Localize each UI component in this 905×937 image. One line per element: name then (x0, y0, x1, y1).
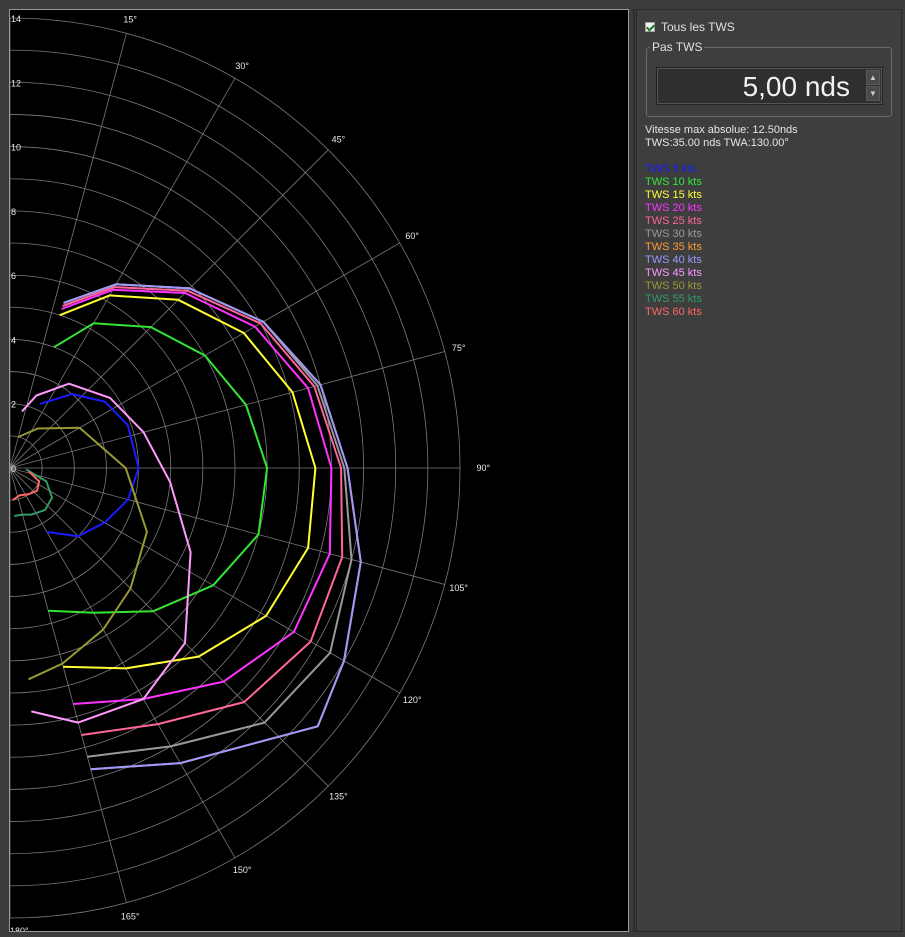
radial-tick-label: 10 (11, 143, 21, 153)
series-curve (63, 283, 362, 771)
grid-spoke (10, 149, 329, 469)
legend-item: TWS 55 kts (645, 293, 702, 305)
grid-spoke (10, 467, 127, 903)
tws-step-spinbox[interactable]: 5,00 nds ▲ ▼ (656, 67, 883, 105)
radial-tick-label: 12 (11, 78, 21, 88)
polar-series (12, 283, 362, 771)
max-point-text: TWS:35.00 nds TWA:130.00° (645, 137, 789, 149)
legend-item: TWS 10 kts (645, 176, 702, 188)
all-tws-toggle[interactable]: Tous les TWS (645, 20, 735, 34)
tws-step-value[interactable]: 5,00 nds (743, 70, 850, 104)
radial-tick-label: 8 (11, 207, 16, 217)
series-curve (17, 426, 148, 681)
tws-step-title: Pas TWS (650, 40, 705, 54)
angle-tick-label: 165° (121, 912, 140, 922)
angle-tick-label: 135° (329, 791, 348, 801)
radial-tick-label: 6 (11, 271, 16, 281)
legend-item: TWS 45 kts (645, 267, 702, 279)
radial-tick-label: 2 (11, 400, 16, 410)
polar-labels: 14 12 10 8 6 4 2 0 15° 30° 45° 60° 75° 90° 105° 120° 135… (10, 14, 490, 932)
legend-item: TWS 15 kts (645, 189, 702, 201)
angle-tick-label: 15° (123, 14, 137, 24)
step-down-icon[interactable]: ▼ (866, 86, 880, 101)
radial-tick-label: 4 (11, 335, 16, 345)
all-tws-checkbox[interactable] (645, 22, 655, 32)
legend-item: TWS 60 kts (645, 306, 702, 318)
tws-step-group: Pas TWS 5,00 nds ▲ ▼ (646, 40, 892, 117)
step-up-icon[interactable]: ▲ (866, 70, 880, 85)
angle-tick-label: 30° (235, 61, 249, 71)
legend-item: TWS 40 kts (645, 254, 702, 266)
grid-spoke (10, 467, 445, 585)
angle-tick-label: 105° (449, 583, 468, 593)
polar-diagram: 14 12 10 8 6 4 2 0 15° 30° 45° 60° 75° 90° 105° 120° 135… (10, 14, 490, 932)
legend-item: TWS 30 kts (645, 228, 702, 240)
panel-splitter[interactable] (633, 9, 635, 932)
legend-item: TWS 25 kts (645, 215, 702, 227)
angle-tick-label: 75° (452, 343, 466, 353)
polar-grid (10, 17, 461, 919)
all-tws-label: Tous les TWS (661, 20, 735, 34)
angle-tick-label: 180° (10, 926, 29, 932)
max-speed-info: Vitesse max absolue: 12.50nds TWS:35.00 … (645, 124, 798, 150)
angle-tick-label: 90° (476, 463, 490, 473)
legend-item: TWS 50 kts (645, 280, 702, 292)
grid-spoke (10, 467, 329, 787)
grid-spoke (10, 467, 236, 858)
settings-panel: Tous les TWS Pas TWS 5,00 nds ▲ ▼ Vitess… (636, 9, 902, 932)
legend-item: TWS 35 kts (645, 241, 702, 253)
polar-plot-area: 14 12 10 8 6 4 2 0 15° 30° 45° 60° 75° 90° 105° 120° 135… (9, 9, 629, 932)
angle-tick-label: 120° (403, 695, 422, 705)
grid-spoke (10, 33, 127, 469)
max-speed-text: Vitesse max absolue: 12.50nds (645, 124, 798, 136)
angle-tick-label: 45° (332, 135, 346, 145)
grid-spoke (10, 351, 445, 469)
radial-tick-label: 14 (11, 14, 21, 24)
angle-tick-label: 60° (405, 231, 419, 241)
radial-tick-label: 0 (11, 464, 16, 474)
series-curve (63, 283, 362, 771)
legend-item: TWS 5 kts (645, 163, 696, 175)
tws-legend: TWS 5 kts TWS 10 kts TWS 15 kts TWS 20 kts T… (645, 163, 702, 319)
legend-item: TWS 20 kts (645, 202, 702, 214)
angle-tick-label: 150° (233, 865, 252, 875)
